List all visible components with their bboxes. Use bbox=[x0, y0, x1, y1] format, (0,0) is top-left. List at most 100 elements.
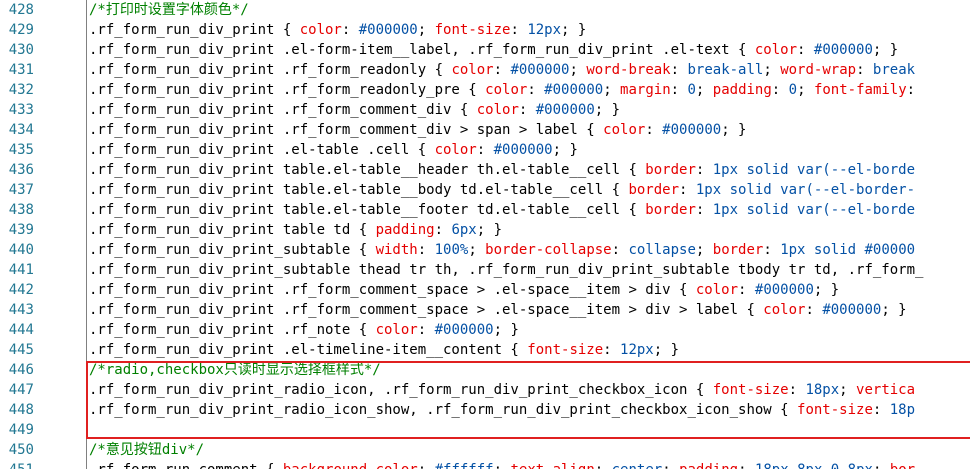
code-token: .rf_form_run_div_print .rf_note { bbox=[89, 322, 376, 338]
indent-guide bbox=[86, 220, 87, 240]
code-token: color bbox=[299, 22, 342, 38]
code-line[interactable]: 430 .rf_form_run_div_print .el-form-item_… bbox=[0, 40, 970, 60]
code-token: : bbox=[645, 122, 663, 138]
code-token: ; bbox=[797, 82, 814, 98]
code-text: .rf_form_run_div_print .rf_form_readonly… bbox=[89, 80, 915, 100]
code-token: ; bbox=[662, 462, 679, 469]
code-text: .rf_form_run_div_print table.el-table__b… bbox=[89, 180, 915, 200]
code-token: color bbox=[375, 322, 418, 338]
code-token: ; bbox=[873, 462, 890, 469]
code-line[interactable]: 434 .rf_form_run_div_print .rf_form_comme… bbox=[0, 120, 970, 140]
code-token: .rf_form_run_div_print .rf_form_readonly… bbox=[89, 62, 452, 78]
code-token: .rf_form_run_div_print .rf_form_comment_… bbox=[89, 102, 477, 118]
code-token: : bbox=[611, 242, 629, 258]
code-text: .rf_form_run_div_print .rf_form_comment_… bbox=[89, 280, 839, 300]
code-line[interactable]: 433 .rf_form_run_div_print .rf_form_comme… bbox=[0, 100, 970, 120]
code-token: : bbox=[417, 322, 435, 338]
code-token: : bbox=[527, 82, 545, 98]
code-token: collapse bbox=[628, 242, 696, 258]
code-token: border bbox=[712, 242, 764, 258]
code-token: : bbox=[341, 22, 359, 38]
code-line[interactable]: 429 .rf_form_run_div_print { color: #0000… bbox=[0, 20, 970, 40]
code-text: .rf_form_run_div_print table td { paddin… bbox=[89, 220, 502, 240]
line-number: 445 bbox=[8, 342, 34, 358]
code-line[interactable]: 444 .rf_form_run_div_print .rf_note { col… bbox=[0, 320, 970, 340]
code-line[interactable]: 439 .rf_form_run_div_print table td { pad… bbox=[0, 220, 970, 240]
code-line[interactable]: 428 /*打印时设置字体颜色*/ bbox=[0, 0, 970, 20]
code-line[interactable]: 443 .rf_form_run_div_print .rf_form_comme… bbox=[0, 300, 970, 320]
code-token: : bbox=[679, 182, 696, 198]
code-token: : bbox=[417, 242, 435, 258]
code-text: /*打印时设置字体颜色*/ bbox=[89, 0, 249, 20]
code-token: .rf_form_run_div_print .el-form-item__la… bbox=[89, 42, 755, 58]
code-token: : bbox=[510, 22, 528, 38]
code-line[interactable]: 435 .rf_form_run_div_print .el-table .cel… bbox=[0, 140, 970, 160]
code-token: .rf_form_run_div_print .rf_form_comment_… bbox=[89, 302, 764, 318]
code-token: ; bbox=[695, 242, 713, 258]
indent-guide bbox=[86, 60, 87, 80]
code-line[interactable]: 445 .rf_form_run_div_print .el-timeline-i… bbox=[0, 340, 970, 360]
code-line[interactable]: 431 .rf_form_run_div_print .rf_form_reado… bbox=[0, 60, 970, 80]
code-token: ; bbox=[468, 242, 486, 258]
code-token: ; bbox=[417, 22, 435, 38]
code-line[interactable]: 450 /*意见按钮div*/ bbox=[0, 440, 970, 460]
code-text: .rf_form_run_div_print .rf_form_comment_… bbox=[89, 100, 620, 120]
code-token: ; } bbox=[881, 302, 907, 318]
code-text: .rf_form_run_div_print_subtable { width:… bbox=[89, 240, 915, 260]
code-token: background-color bbox=[283, 462, 418, 469]
indent-guide bbox=[86, 200, 87, 220]
line-number: 444 bbox=[8, 322, 34, 338]
line-number: 449 bbox=[8, 422, 34, 438]
code-text: .rf_form_run_comment { background-color:… bbox=[89, 460, 915, 469]
code-token: .rf_form_run_div_print .rf_form_comment_… bbox=[89, 282, 696, 298]
code-token: padding bbox=[375, 222, 435, 238]
code-line[interactable]: 442 .rf_form_run_div_print .rf_form_comme… bbox=[0, 280, 970, 300]
code-token: margin bbox=[620, 82, 671, 98]
code-line[interactable]: 441 .rf_form_run_div_print_subtable thead… bbox=[0, 260, 970, 280]
code-token: border bbox=[645, 202, 696, 218]
code-text: .rf_form_run_div_print_subtable thead tr… bbox=[89, 260, 923, 280]
code-token: font-family bbox=[813, 82, 907, 98]
code-token: color bbox=[695, 282, 739, 298]
line-number: 428 bbox=[8, 2, 34, 18]
code-line[interactable]: 436 .rf_form_run_div_print table.el-table… bbox=[0, 160, 970, 180]
line-number: 447 bbox=[8, 382, 34, 398]
code-line[interactable]: 432 .rf_form_run_div_print .rf_form_reado… bbox=[0, 80, 970, 100]
line-number: 435 bbox=[8, 142, 34, 158]
code-token: .rf_form_run_div_print_subtable { bbox=[89, 242, 376, 258]
code-token: : bbox=[805, 302, 823, 318]
code-token: #000000 bbox=[662, 122, 722, 138]
code-token: #000000 bbox=[535, 102, 595, 118]
indent-guide bbox=[86, 120, 87, 140]
code-line[interactable]: 440 .rf_form_run_div_print_subtable { wid… bbox=[0, 240, 970, 260]
code-token: : bbox=[797, 42, 814, 58]
code-text: .rf_form_run_div_print .rf_note { color:… bbox=[89, 320, 519, 340]
code-text: /*意见按钮div*/ bbox=[89, 440, 204, 460]
code-token: : bbox=[738, 462, 755, 469]
code-token: #000000 bbox=[754, 282, 814, 298]
line-number: 441 bbox=[8, 262, 34, 278]
indent-guide bbox=[86, 260, 87, 280]
code-line[interactable]: 451 .rf_form_run_comment { background-col… bbox=[0, 460, 970, 469]
code-token: 1px solid #00000 bbox=[780, 242, 916, 258]
code-token: ; } bbox=[872, 42, 899, 58]
indent-guide bbox=[86, 340, 87, 360]
code-token: : bbox=[434, 222, 452, 238]
code-token: ; } bbox=[561, 22, 587, 38]
code-token: 0 bbox=[788, 82, 798, 98]
line-number: 448 bbox=[8, 402, 34, 418]
code-token: : bbox=[595, 462, 612, 469]
code-token: ; } bbox=[813, 282, 840, 298]
code-line[interactable]: 437 .rf_form_run_div_print table.el-table… bbox=[0, 180, 970, 200]
code-token: ; bbox=[603, 82, 621, 98]
indent-guide bbox=[86, 240, 87, 260]
line-number: 429 bbox=[8, 22, 34, 38]
code-token: : bbox=[906, 82, 916, 98]
code-token: #ffffff bbox=[435, 462, 494, 469]
code-token: .rf_form_run_div_print .el-timeline-item… bbox=[89, 342, 528, 358]
code-token: width bbox=[375, 242, 418, 258]
indent-guide bbox=[86, 460, 87, 469]
code-token: .rf_form_run_div_print { bbox=[89, 22, 300, 38]
code-line[interactable]: 438 .rf_form_run_div_print table.el-table… bbox=[0, 200, 970, 220]
code-token: : bbox=[738, 282, 755, 298]
